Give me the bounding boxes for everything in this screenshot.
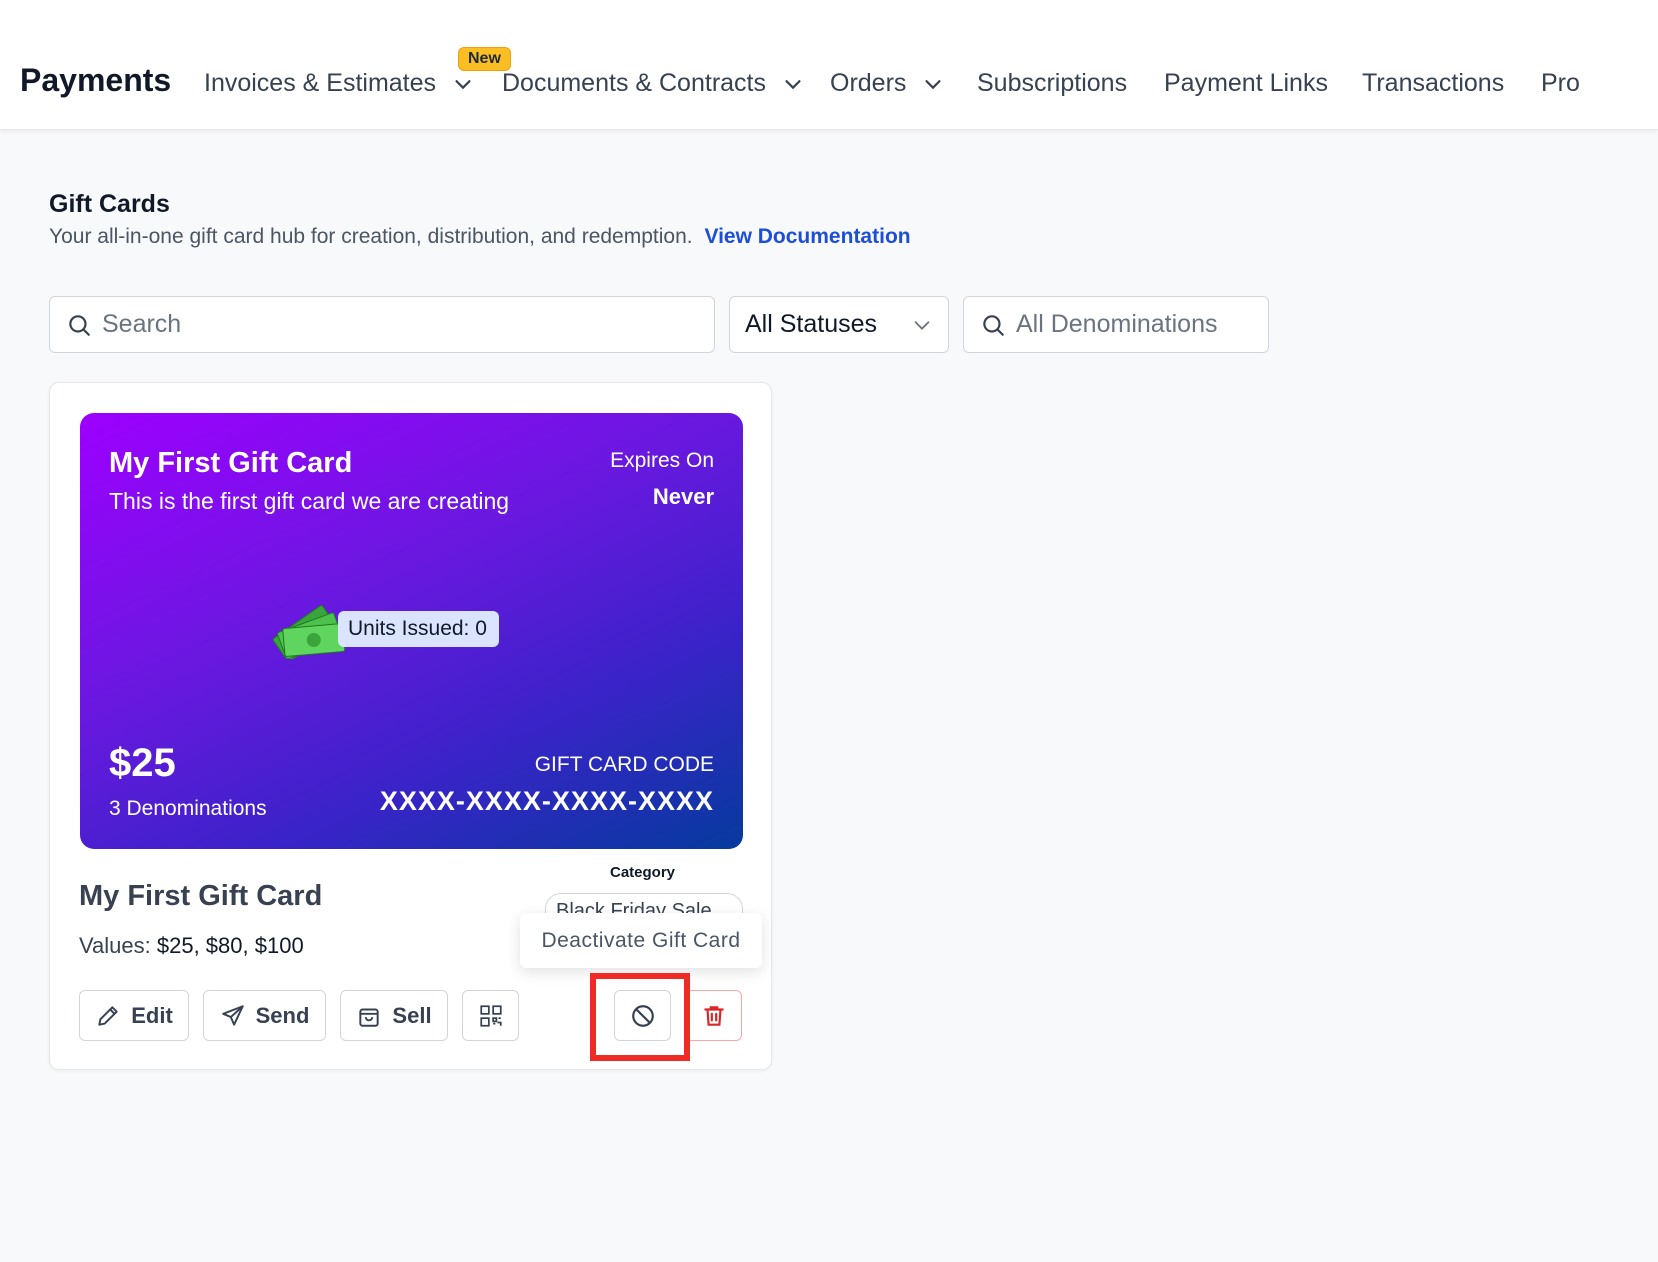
chevron-down-icon bbox=[914, 320, 930, 330]
app-title: Payments bbox=[20, 62, 172, 98]
denomination-placeholder: All Denominations bbox=[1016, 310, 1218, 338]
nav-label: Payment Links bbox=[1164, 69, 1328, 97]
card-name: My First Gift Card bbox=[79, 880, 323, 912]
search-icon bbox=[983, 314, 1004, 336]
view-documentation-link[interactable]: View Documentation bbox=[704, 225, 910, 248]
deactivate-tooltip: Deactivate Gift Card bbox=[520, 913, 762, 968]
edit-label: Edit bbox=[131, 1002, 173, 1028]
nav-transactions[interactable]: Transactions bbox=[1362, 69, 1504, 98]
denomination-filter[interactable]: All Denominations bbox=[963, 296, 1269, 353]
gift-card-description: This is the first gift card we are creat… bbox=[109, 488, 510, 514]
subtitle-text: Your all-in-one gift card hub for creati… bbox=[49, 225, 693, 248]
search-placeholder: Search bbox=[102, 310, 182, 338]
top-nav: Payments New Invoices & Estimates Docume… bbox=[0, 0, 1658, 130]
nav-label: Invoices & Estimates bbox=[204, 69, 437, 97]
page-title: Gift Cards bbox=[49, 190, 170, 218]
qr-code-button[interactable] bbox=[462, 990, 519, 1041]
gift-card-code: XXXX-XXXX-XXXX-XXXX bbox=[379, 786, 714, 816]
nav-label: Transactions bbox=[1362, 69, 1505, 97]
qr-code-icon bbox=[479, 1004, 502, 1027]
status-select[interactable]: All Statuses bbox=[729, 296, 949, 353]
gift-card-title: My First Gift Card bbox=[109, 447, 353, 479]
nav-label: Documents & Contracts bbox=[502, 69, 766, 97]
highlight-box bbox=[590, 973, 690, 1061]
nav-label: Subscriptions bbox=[977, 69, 1128, 97]
units-issued-badge: Units Issued: 0 bbox=[338, 611, 499, 647]
values-label: Values: bbox=[79, 933, 151, 958]
gift-card-preview[interactable]: My First Gift Card This is the first gif… bbox=[80, 413, 743, 849]
send-button[interactable]: Send bbox=[203, 990, 326, 1041]
nav-payment-links[interactable]: Payment Links bbox=[1164, 69, 1328, 98]
nav-subscriptions[interactable]: Subscriptions bbox=[977, 69, 1127, 98]
expires-value: Never bbox=[652, 484, 714, 509]
values-list: $25, $80, $100 bbox=[156, 933, 304, 958]
send-label: Send bbox=[255, 1002, 310, 1028]
edit-button[interactable]: Edit bbox=[79, 990, 189, 1041]
status-value: All Statuses bbox=[745, 310, 878, 338]
card-values: Values: $25, $80, $100 bbox=[79, 933, 304, 959]
chevron-down-icon bbox=[455, 79, 471, 89]
send-icon bbox=[221, 1004, 244, 1026]
gift-card-code-label: GIFT CARD CODE bbox=[534, 753, 714, 776]
pencil-icon bbox=[98, 1005, 118, 1026]
nav-label: Orders bbox=[830, 69, 907, 97]
nav-invoices-estimates[interactable]: Invoices & Estimates bbox=[204, 69, 474, 98]
search-input[interactable]: Search bbox=[49, 296, 715, 353]
nav-more[interactable]: Pro bbox=[1541, 69, 1580, 98]
search-icon bbox=[69, 314, 90, 336]
gift-card-price: $25 bbox=[109, 741, 176, 785]
new-badge: New bbox=[458, 47, 511, 71]
sell-button[interactable]: Sell bbox=[340, 990, 448, 1041]
chevron-down-icon bbox=[925, 79, 941, 89]
sell-label: Sell bbox=[392, 1002, 432, 1028]
nav-documents-contracts[interactable]: Documents & Contracts bbox=[502, 69, 804, 98]
denominations-count: 3 Denominations bbox=[109, 797, 267, 820]
category-label: Category bbox=[610, 864, 676, 881]
page-subtitle: Your all-in-one gift card hub for creati… bbox=[49, 225, 911, 249]
nav-orders[interactable]: Orders bbox=[830, 69, 944, 98]
nav-label: Pro bbox=[1541, 69, 1580, 97]
shopping-bag-icon bbox=[359, 1008, 380, 1027]
trash-icon bbox=[703, 1005, 724, 1026]
delete-button[interactable] bbox=[685, 990, 742, 1041]
chevron-down-icon bbox=[785, 79, 801, 89]
expires-label: Expires On bbox=[610, 449, 714, 472]
